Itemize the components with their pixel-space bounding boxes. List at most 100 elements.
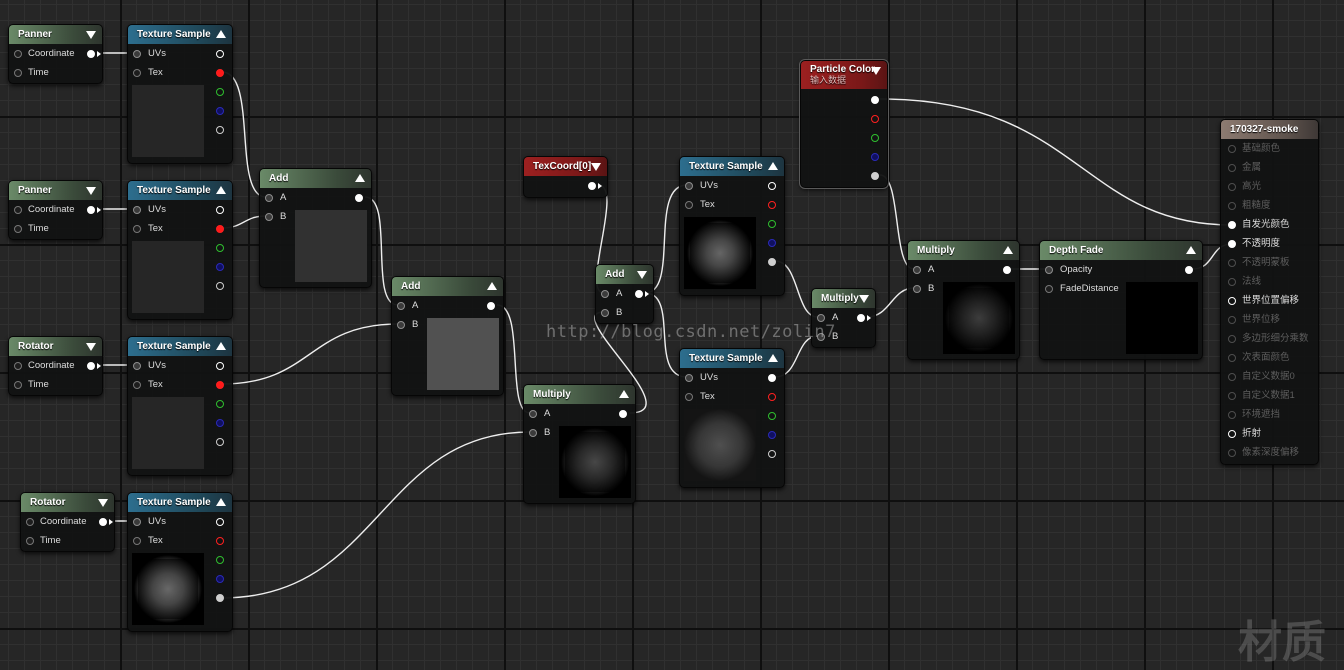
texcoord-node[interactable]: TexCoord[0] bbox=[523, 156, 608, 198]
node-header[interactable]: Depth Fade bbox=[1040, 241, 1202, 260]
node-header[interactable]: Multiply bbox=[908, 241, 1019, 260]
collapse-arrow-icon[interactable] bbox=[871, 67, 881, 75]
output-pin-r[interactable] bbox=[216, 69, 224, 77]
input-pin[interactable] bbox=[133, 50, 141, 58]
node-header[interactable]: TexCoord[0] bbox=[524, 157, 607, 176]
output-pin-r[interactable] bbox=[216, 537, 224, 545]
collapse-arrow-icon[interactable] bbox=[768, 162, 778, 170]
node-header[interactable]: Rotator bbox=[9, 337, 102, 356]
output-pin-g[interactable] bbox=[216, 400, 224, 408]
output-pin[interactable] bbox=[87, 362, 95, 370]
node-header[interactable]: Texture Sample bbox=[128, 337, 232, 356]
node-header[interactable]: Panner bbox=[9, 181, 102, 200]
output-pin-a[interactable] bbox=[768, 258, 776, 266]
input-pin-a[interactable] bbox=[529, 410, 537, 418]
input-pin[interactable] bbox=[133, 362, 141, 370]
collapse-arrow-icon[interactable] bbox=[768, 354, 778, 362]
rotator-node[interactable]: Rotator Coordinate Time bbox=[8, 336, 103, 396]
input-pin[interactable] bbox=[14, 362, 22, 370]
add-node[interactable]: Add A B bbox=[595, 264, 654, 324]
collapse-arrow-icon[interactable] bbox=[86, 343, 96, 351]
output-pin-rgb[interactable] bbox=[216, 206, 224, 214]
output-pin[interactable] bbox=[87, 50, 95, 58]
collapse-arrow-icon[interactable] bbox=[591, 163, 601, 171]
node-header[interactable]: Rotator bbox=[21, 493, 114, 512]
input-pin[interactable] bbox=[1228, 278, 1236, 286]
output-pin-rgb[interactable] bbox=[871, 96, 879, 104]
output-pin-rgb[interactable] bbox=[768, 182, 776, 190]
node-header[interactable]: Texture Sample bbox=[128, 493, 232, 512]
node-header[interactable]: Texture Sample bbox=[680, 349, 784, 368]
node-header[interactable]: Texture Sample bbox=[680, 157, 784, 176]
input-pin[interactable] bbox=[1228, 373, 1236, 381]
input-pin[interactable] bbox=[1228, 183, 1236, 191]
output-pin[interactable] bbox=[87, 206, 95, 214]
input-pin-b[interactable] bbox=[265, 213, 273, 221]
input-pin[interactable] bbox=[685, 182, 693, 190]
input-pin[interactable] bbox=[14, 206, 22, 214]
output-pin-a[interactable] bbox=[216, 126, 224, 134]
output-pin[interactable] bbox=[1185, 266, 1193, 274]
node-header[interactable]: Panner bbox=[9, 25, 102, 44]
collapse-arrow-icon[interactable] bbox=[487, 282, 497, 290]
rotator-node[interactable]: Rotator Coordinate Time bbox=[20, 492, 115, 552]
input-pin[interactable] bbox=[685, 393, 693, 401]
input-pin[interactable] bbox=[1228, 221, 1236, 229]
collapse-arrow-icon[interactable] bbox=[86, 31, 96, 39]
input-pin[interactable] bbox=[14, 50, 22, 58]
input-pin-a[interactable] bbox=[265, 194, 273, 202]
output-pin-a[interactable] bbox=[216, 282, 224, 290]
texture-sample-node[interactable]: Texture Sample UVs Tex bbox=[679, 156, 785, 296]
input-pin-b[interactable] bbox=[913, 285, 921, 293]
input-pin-a[interactable] bbox=[817, 314, 825, 322]
input-pin[interactable] bbox=[133, 225, 141, 233]
input-pin-fade-distance[interactable] bbox=[1045, 285, 1053, 293]
input-pin[interactable] bbox=[1228, 335, 1236, 343]
panner-node[interactable]: Panner Coordinate Time bbox=[8, 24, 103, 84]
depth-fade-node[interactable]: Depth Fade Opacity FadeDistance bbox=[1039, 240, 1203, 360]
output-pin-a[interactable] bbox=[216, 438, 224, 446]
input-pin[interactable] bbox=[14, 225, 22, 233]
node-header[interactable]: Add bbox=[392, 277, 503, 296]
output-pin[interactable] bbox=[857, 314, 865, 322]
output-pin-b[interactable] bbox=[216, 107, 224, 115]
input-pin-opacity[interactable] bbox=[1045, 266, 1053, 274]
input-pin[interactable] bbox=[133, 537, 141, 545]
output-pin[interactable] bbox=[619, 410, 627, 418]
output-pin[interactable] bbox=[99, 518, 107, 526]
output-pin-b[interactable] bbox=[871, 153, 879, 161]
output-pin-b[interactable] bbox=[216, 575, 224, 583]
input-pin[interactable] bbox=[1228, 297, 1236, 305]
input-pin[interactable] bbox=[1228, 354, 1236, 362]
output-pin-b[interactable] bbox=[768, 239, 776, 247]
output-pin-b[interactable] bbox=[216, 419, 224, 427]
output-pin-g[interactable] bbox=[768, 220, 776, 228]
output-pin[interactable] bbox=[588, 182, 596, 190]
input-pin[interactable] bbox=[1228, 145, 1236, 153]
node-header[interactable]: Multiply bbox=[812, 289, 875, 308]
output-pin-g[interactable] bbox=[216, 88, 224, 96]
input-pin[interactable] bbox=[133, 381, 141, 389]
add-node[interactable]: Add A B bbox=[259, 168, 372, 288]
multiply-node[interactable]: Multiply A B bbox=[907, 240, 1020, 360]
add-node[interactable]: Add A B bbox=[391, 276, 504, 396]
input-pin-b[interactable] bbox=[601, 309, 609, 317]
output-pin-b[interactable] bbox=[216, 263, 224, 271]
particle-color-node[interactable]: Particle Color 输入数据 bbox=[799, 59, 889, 189]
input-pin[interactable] bbox=[685, 201, 693, 209]
input-pin[interactable] bbox=[1228, 430, 1236, 438]
output-pin-rgb[interactable] bbox=[768, 374, 776, 382]
collapse-arrow-icon[interactable] bbox=[98, 499, 108, 507]
input-pin[interactable] bbox=[1228, 449, 1236, 457]
input-pin-b[interactable] bbox=[529, 429, 537, 437]
collapse-arrow-icon[interactable] bbox=[859, 295, 869, 303]
input-pin-a[interactable] bbox=[397, 302, 405, 310]
output-pin[interactable] bbox=[355, 194, 363, 202]
output-pin-a[interactable] bbox=[768, 450, 776, 458]
output-pin-g[interactable] bbox=[216, 556, 224, 564]
input-pin[interactable] bbox=[1228, 259, 1236, 267]
input-pin[interactable] bbox=[685, 374, 693, 382]
output-pin-g[interactable] bbox=[871, 134, 879, 142]
output-pin-rgb[interactable] bbox=[216, 518, 224, 526]
output-pin-r[interactable] bbox=[216, 225, 224, 233]
